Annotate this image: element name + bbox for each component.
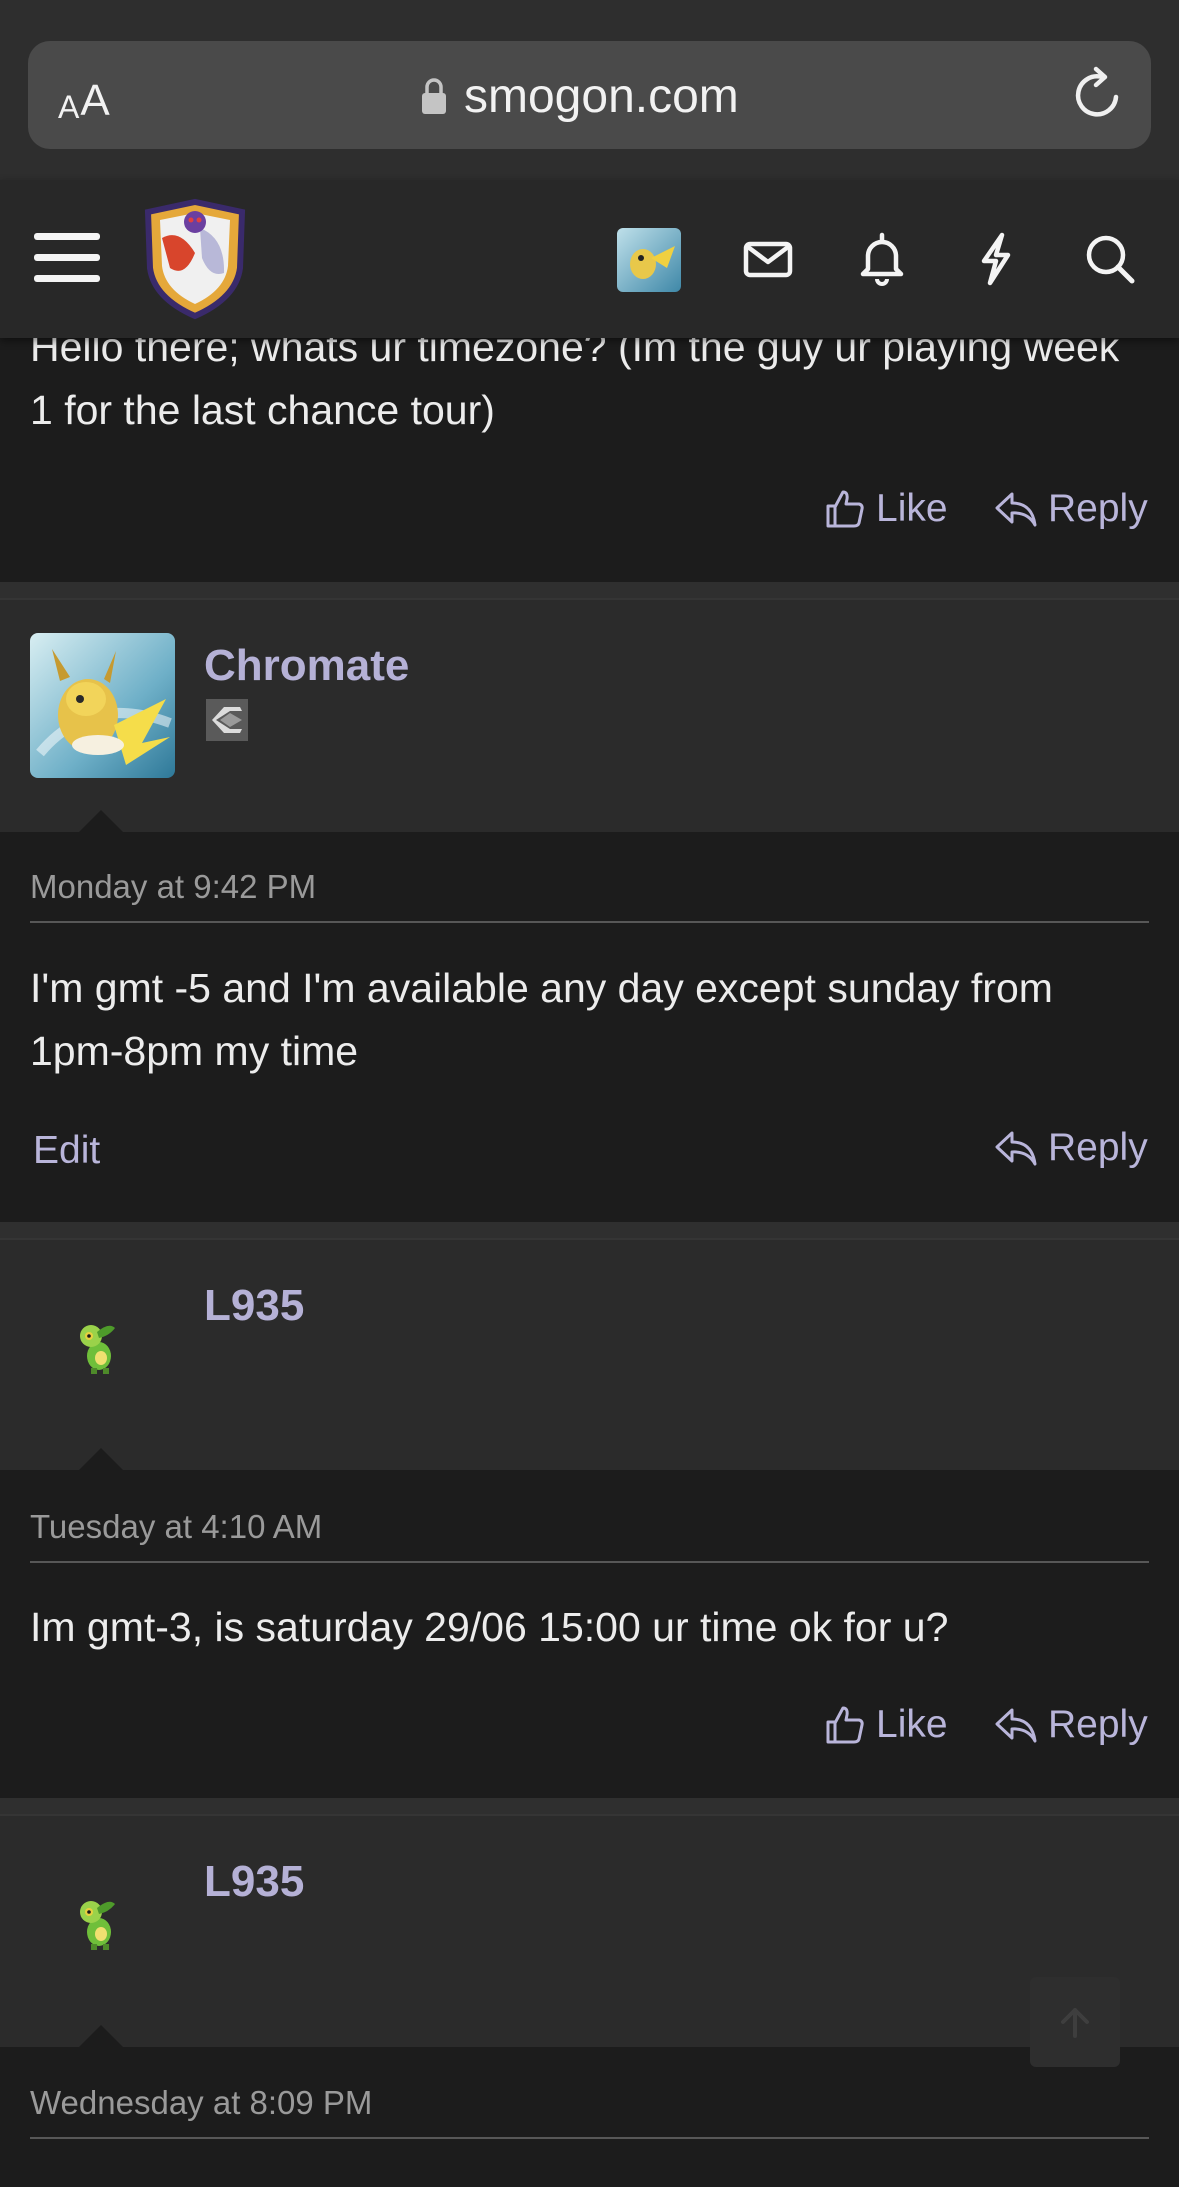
reply-button[interactable]: Reply [994, 487, 1148, 531]
post-username[interactable]: L935 [204, 1281, 304, 1331]
thumbs-up-icon [826, 1706, 864, 1744]
post-timestamp[interactable]: Tuesday at 4:10 AM [30, 1508, 322, 1546]
post-message: I'm gmt -5 and I'm available any day exc… [30, 965, 1053, 1074]
post-divider [30, 2137, 1149, 2139]
post-timestamp[interactable]: Monday at 9:42 PM [30, 868, 316, 906]
url-display[interactable]: smogon.com [420, 66, 739, 126]
reply-label: Reply [1048, 1703, 1148, 1746]
lock-icon [422, 78, 446, 114]
reply-button[interactable]: Reply [994, 1126, 1148, 1170]
reload-icon[interactable] [1072, 64, 1124, 124]
edit-label: Edit [33, 1129, 101, 1172]
site-logo[interactable] [140, 198, 250, 320]
post-arrow [79, 2025, 123, 2047]
avatar[interactable] [617, 228, 681, 292]
post-timestamp[interactable]: Wednesday at 8:09 PM [30, 2084, 372, 2122]
reply-icon [995, 492, 1037, 527]
edit-button[interactable]: Edit [33, 1129, 100, 1173]
search-icon[interactable] [1080, 229, 1140, 289]
reply-label: Reply [1048, 1126, 1148, 1169]
bell-icon[interactable] [852, 229, 912, 289]
post-separator [0, 1222, 1179, 1238]
scroll-to-top-button[interactable] [1030, 1977, 1120, 2067]
post-arrow [79, 810, 123, 832]
reply-button[interactable]: Reply [994, 1703, 1148, 1747]
url-text: smogon.com [464, 69, 739, 123]
bolt-icon[interactable] [966, 229, 1026, 289]
avatar[interactable] [69, 1314, 133, 1378]
avatar[interactable] [30, 633, 175, 778]
avatar[interactable] [69, 1890, 133, 1954]
reply-label: Reply [1048, 487, 1148, 530]
post-divider [30, 921, 1149, 923]
post-username[interactable]: L935 [204, 1857, 304, 1907]
post-message: Im gmt-3, is saturday 29/06 15:00 ur tim… [30, 1604, 949, 1650]
post-separator [0, 582, 1179, 598]
post-divider [30, 1561, 1149, 1563]
text-size-small-label: A [58, 89, 80, 125]
post-separator [0, 1798, 1179, 1814]
post-arrow [79, 1448, 123, 1470]
post-user-info [0, 1814, 1179, 2049]
envelope-icon[interactable] [738, 229, 798, 289]
like-label: Like [876, 1703, 948, 1746]
text-size-button[interactable]: A A [58, 70, 110, 126]
reply-icon [995, 1708, 1037, 1743]
reply-icon [995, 1131, 1037, 1166]
like-button[interactable]: Like [824, 487, 948, 531]
like-button[interactable]: Like [824, 1703, 948, 1747]
menu-icon[interactable] [34, 229, 100, 287]
arrow-up-icon [1061, 2008, 1089, 2038]
post-username[interactable]: Chromate [204, 641, 409, 691]
text-size-large-label: A [80, 76, 110, 125]
user-badge-icon [206, 699, 248, 741]
post-user-info [0, 598, 1179, 834]
post-user-info [0, 1238, 1179, 1472]
thumbs-up-icon [826, 490, 864, 528]
like-label: Like [876, 487, 948, 530]
